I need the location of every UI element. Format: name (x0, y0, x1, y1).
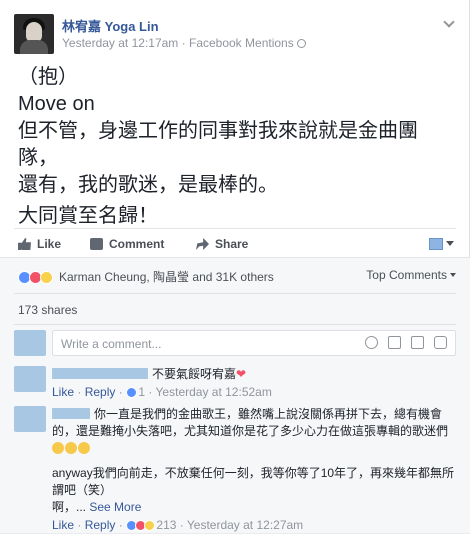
comment-button[interactable]: Comment (90, 237, 164, 251)
comment-reply-link[interactable]: Reply (85, 518, 116, 532)
like-button[interactable]: Like (18, 237, 61, 251)
comment-paragraph-row: 啊，... See More (52, 499, 456, 516)
caret-down-icon (446, 241, 454, 246)
emoji-icon (52, 442, 64, 454)
comment-paragraph: 啊，... (52, 500, 87, 514)
post-card: 林宥嘉 Yoga Lin Yesterday at 12:17am · Face… (0, 0, 470, 533)
comment-body: 你一直是我們的金曲歌王，雖然嘴上說沒關係再拼下去，總有機會的，還是難掩小失落吧，… (52, 406, 456, 534)
commenter-name[interactable] (52, 408, 90, 419)
commenter-avatar[interactable] (14, 406, 46, 432)
comment-composer: Write a comment... (14, 330, 456, 356)
comment-meta: Like · Reply · 1 · Yesterday at 12:52am (52, 385, 272, 399)
commenter-name[interactable] (52, 368, 148, 379)
comment-time[interactable]: Yesterday at 12:52am (156, 385, 272, 399)
comment-meta: Like · Reply · 213 · Yesterday at 12:27a… (52, 518, 304, 532)
post-line: 還有，我的歌迷，是最棒的。 (18, 174, 278, 196)
post-source[interactable]: Facebook Mentions (189, 36, 294, 50)
sticker-icon[interactable] (434, 336, 447, 349)
comment-reaction-count[interactable]: 213 (156, 518, 176, 532)
viewer-avatar (14, 330, 46, 356)
sad-reaction-icon (40, 271, 53, 284)
post-actions-bar: Like Comment Share (14, 228, 456, 256)
like-label: Like (37, 237, 62, 251)
like-reaction-icon (126, 387, 138, 398)
comment-input[interactable]: Write a comment... (52, 330, 456, 356)
share-button[interactable]: Share (196, 237, 248, 251)
comment-reply-link[interactable]: Reply (85, 385, 116, 399)
comment-icon (90, 238, 103, 250)
comment-like-link[interactable]: Like (52, 385, 74, 399)
comment-text-row: 不要氣餒呀宥嘉❤ (52, 366, 456, 383)
reactions-summary[interactable]: Karman Cheung, 陶晶瑩 and 31K others (18, 268, 274, 285)
post-body: （抱） Move on 但不管，身邊工作的同事對我來說就是金曲團隊， 還有，我的… (18, 64, 448, 230)
comment-label: Comment (109, 237, 165, 251)
reactions-names[interactable]: Karman Cheung, 陶晶瑩 and 31K others (59, 270, 274, 284)
see-more-link[interactable]: See More (89, 500, 141, 514)
comment-text: 你一直是我們的金曲歌王，雖然嘴上說沒關係再拼下去，總有機會的，還是難掩小失落吧，… (52, 407, 449, 438)
emoji-icon[interactable] (365, 336, 378, 349)
comment-placeholder: Write a comment... (61, 337, 162, 351)
sad-reaction-icon (144, 520, 156, 531)
post-header: 林宥嘉 Yoga Lin Yesterday at 12:17am · Face… (14, 14, 454, 54)
emoji-icon (65, 442, 77, 454)
comment-text: 不要氣餒呀宥嘉 (152, 367, 237, 381)
shares-count[interactable]: 173 shares (18, 303, 77, 317)
comment-sort-dropdown[interactable]: Top Comments (366, 268, 456, 282)
author-avatar[interactable] (14, 14, 54, 54)
thumbs-up-icon (18, 238, 31, 250)
share-icon (196, 238, 209, 250)
post-meta: Yesterday at 12:17am · Facebook Mentions (62, 36, 306, 50)
camera-icon[interactable] (388, 336, 401, 349)
post-line: （抱） (18, 66, 78, 88)
page-avatar-icon (429, 238, 443, 250)
post-line: 大同賞至名歸！ (18, 205, 158, 227)
comment-reaction-count[interactable]: 1 (138, 385, 145, 399)
comment-time[interactable]: Yesterday at 12:27am (187, 518, 303, 532)
post-line: Move on (18, 93, 95, 115)
comment-paragraph: anyway我們向前走，不放棄任何一刻，我等你等了10年了，再來幾年都無所謂吧（… (52, 466, 455, 497)
commenter-avatar[interactable] (14, 366, 46, 392)
globe-icon (296, 39, 306, 48)
post-as-selector[interactable] (429, 237, 454, 251)
post-timestamp[interactable]: Yesterday at 12:17am (62, 36, 178, 50)
comment-body: 不要氣餒呀宥嘉❤ Like · Reply · 1 · Yesterday at… (52, 366, 456, 401)
author-name[interactable]: 林宥嘉 Yoga Lin (62, 16, 159, 35)
comment-like-link[interactable]: Like (52, 518, 74, 532)
comment-paragraph: 你一直是我們的金曲歌王，雖然嘴上說沒關係再拼下去，總有機會的，還是難掩小失落吧，… (52, 406, 456, 457)
caret-down-icon (450, 273, 456, 277)
divider (14, 324, 456, 325)
comment-sort-label: Top Comments (366, 268, 447, 282)
composer-tools (355, 336, 447, 352)
share-label: Share (215, 237, 249, 251)
emoji-icon (78, 442, 90, 454)
divider (14, 293, 456, 294)
social-section: Karman Cheung, 陶晶瑩 and 31K others Top Co… (0, 257, 470, 533)
post-line: 但不管，身邊工作的同事對我來說就是金曲團隊， (18, 120, 418, 169)
heart-icon: ❤ (236, 367, 247, 381)
post-options-chevron-icon[interactable] (444, 18, 454, 28)
meta-separator: · (178, 36, 189, 50)
gif-icon[interactable] (411, 336, 424, 349)
